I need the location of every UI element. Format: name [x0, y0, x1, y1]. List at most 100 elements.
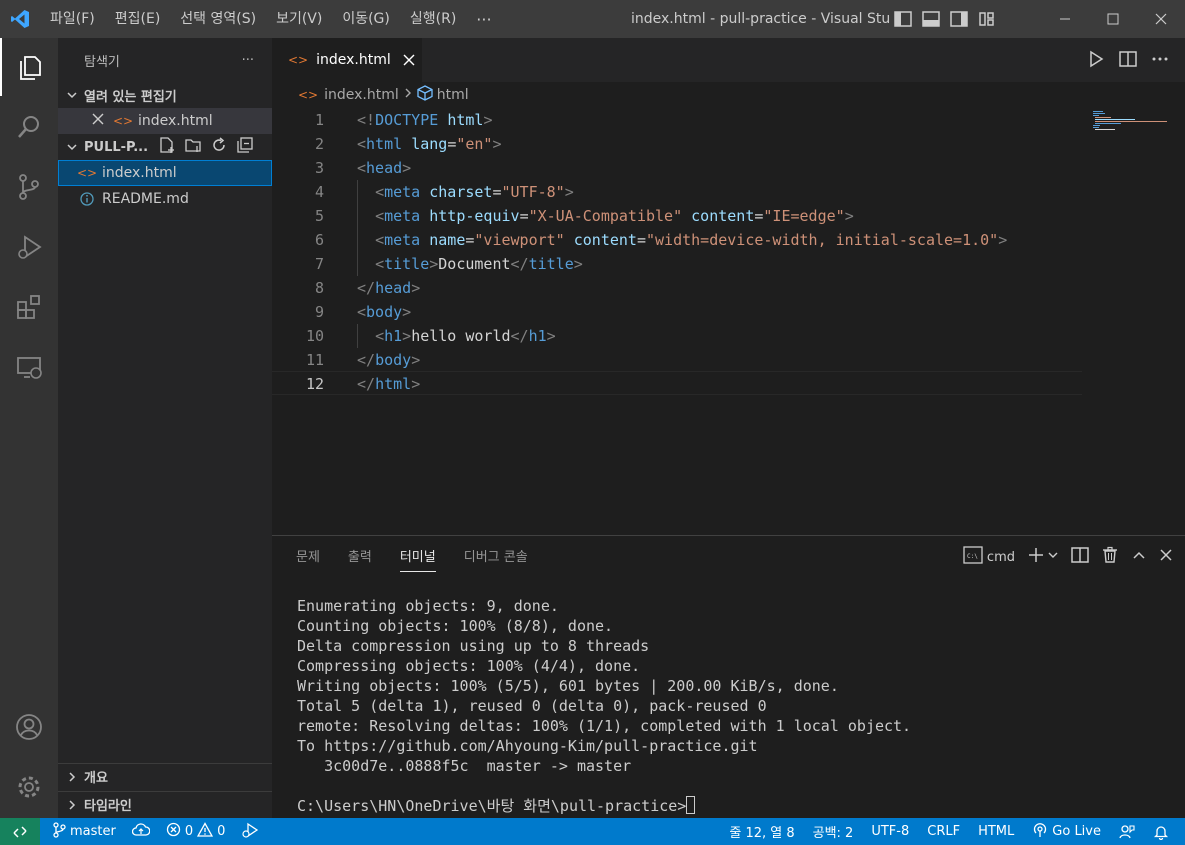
info-icon	[78, 192, 96, 206]
tab-index-html[interactable]: <> index.html	[272, 38, 422, 82]
timeline-label: 타임라인	[84, 799, 132, 814]
explorer-icon[interactable]	[0, 38, 58, 96]
warning-icon	[197, 822, 214, 841]
bottom-panel: 문제 출력 터미널 디버그 콘솔 C:\ cmd Enumerating obj…	[272, 535, 1185, 818]
menu-more-button[interactable]: ···	[466, 10, 501, 29]
breadcrumb-symbol[interactable]: html	[437, 87, 469, 103]
toggle-secondary-sidebar-icon[interactable]	[949, 9, 969, 29]
collapse-all-icon[interactable]	[236, 136, 254, 158]
outline-section[interactable]: 개요	[58, 763, 272, 789]
timeline-section[interactable]: 타임라인	[58, 791, 272, 817]
trash-icon[interactable]	[1101, 546, 1119, 568]
open-editor-item[interactable]: <> index.html	[58, 108, 272, 134]
notifications-bell-icon[interactable]	[1153, 824, 1169, 840]
code-line: 11 </body>	[305, 351, 421, 369]
code-editor[interactable]: 1 <!DOCTYPE html> 2 <html lang="en"> 3 <hea…	[272, 108, 1185, 535]
branch-status[interactable]: master	[52, 821, 116, 842]
code-line: 4 <meta charset="UTF-8">	[314, 183, 574, 201]
open-editors-section[interactable]: 열려 있는 편집기	[58, 82, 272, 108]
chevron-down-icon[interactable]	[1047, 549, 1059, 565]
svg-text:C:\: C:\	[967, 553, 978, 560]
run-debug-icon[interactable]	[0, 218, 58, 276]
close-panel-icon[interactable]	[1159, 548, 1173, 566]
title-bar: 파일(F) 편집(E) 선택 영역(S) 보기(V) 이동(G) 실행(R) ·…	[0, 0, 1185, 38]
explorer-title: 탐색기	[84, 54, 120, 70]
breadcrumb-file[interactable]: index.html	[324, 87, 399, 103]
menu-file[interactable]: 파일(F)	[40, 0, 105, 38]
new-file-icon[interactable]	[158, 136, 176, 158]
settings-gear-icon[interactable]	[0, 758, 58, 816]
file-item-readme[interactable]: README.md	[58, 186, 272, 212]
chevron-down-icon	[64, 141, 80, 153]
debug-icon	[241, 822, 259, 842]
extensions-icon[interactable]	[0, 278, 58, 336]
maximize-icon[interactable]	[1089, 0, 1137, 38]
sync-status[interactable]	[131, 822, 151, 841]
minimap[interactable]	[1093, 110, 1169, 132]
more-actions-icon[interactable]	[1151, 50, 1169, 72]
tab-terminal[interactable]: 터미널	[399, 536, 436, 580]
window-title: index.html - pull-practice - Visual Stu.…	[631, 11, 891, 27]
maximize-panel-icon[interactable]	[1131, 547, 1147, 567]
language-mode[interactable]: HTML	[978, 824, 1014, 839]
minimize-icon[interactable]	[1041, 0, 1089, 38]
file-item-index-html[interactable]: <> index.html	[58, 160, 272, 186]
panel-tabs: 문제 출력 터미널 디버그 콘솔	[296, 536, 528, 580]
menu-run[interactable]: 실행(R)	[400, 0, 466, 38]
terminal-shell-label[interactable]: cmd	[987, 550, 1015, 565]
layout-controls	[893, 9, 997, 29]
run-icon[interactable]	[1087, 50, 1105, 72]
search-icon[interactable]	[0, 98, 58, 156]
panel-actions: C:\ cmd	[963, 546, 1173, 568]
split-editor-icon[interactable]	[1119, 50, 1137, 72]
html-file-icon: <>	[288, 53, 309, 67]
menu-edit[interactable]: 편집(E)	[105, 0, 171, 38]
remote-indicator-icon[interactable]	[0, 818, 40, 845]
chevron-right-icon	[64, 771, 80, 783]
remote-explorer-icon[interactable]	[0, 338, 58, 396]
project-section[interactable]: PULL-P...	[58, 134, 272, 160]
terminal-output[interactable]: Enumerating objects: 9, done. Counting o…	[297, 596, 911, 816]
tab-debug-console[interactable]: 디버그 콘솔	[464, 536, 528, 580]
menu-selection[interactable]: 선택 영역(S)	[170, 0, 266, 38]
file-name: index.html	[102, 165, 177, 181]
close-editor-icon[interactable]	[92, 113, 104, 129]
new-terminal-icon[interactable]	[1027, 546, 1045, 568]
terminal-line: Total 5 (delta 1), reused 0 (delta 0), p…	[297, 697, 767, 715]
explorer-more-button[interactable]: ···	[242, 53, 254, 68]
close-window-icon[interactable]	[1137, 0, 1185, 38]
refresh-icon[interactable]	[210, 136, 228, 158]
status-left: master 0 0	[52, 818, 259, 845]
debug-launch-status[interactable]	[241, 822, 259, 842]
html-file-icon: <>	[298, 88, 319, 102]
tab-problems[interactable]: 문제	[296, 536, 320, 580]
split-terminal-icon[interactable]	[1071, 546, 1089, 568]
activity-bar	[0, 38, 58, 818]
account-icon[interactable]	[0, 698, 58, 756]
customize-layout-icon[interactable]	[977, 9, 997, 29]
menu-view[interactable]: 보기(V)	[266, 0, 332, 38]
toggle-panel-icon[interactable]	[921, 9, 941, 29]
code-line: 10 <h1>hello world</h1>	[305, 327, 556, 345]
error-icon	[166, 822, 181, 841]
code-line: 2 <html lang="en">	[314, 135, 502, 153]
encoding[interactable]: UTF-8	[871, 824, 909, 839]
new-folder-icon[interactable]	[184, 136, 202, 158]
problems-status[interactable]: 0 0	[166, 822, 225, 841]
status-bar: master 0 0 줄 12, 열 8 공백: 2 UTF-8 CRLF HT…	[0, 818, 1185, 845]
terminal-line: Compressing objects: 100% (4/4), done.	[297, 657, 641, 675]
explorer-header: 탐색기 ···	[58, 38, 272, 82]
indentation[interactable]: 공백: 2	[813, 822, 854, 841]
cursor-position[interactable]: 줄 12, 열 8	[729, 822, 794, 841]
editor-actions	[1087, 50, 1169, 72]
chevron-down-icon	[64, 89, 80, 101]
tab-output[interactable]: 출력	[348, 536, 372, 580]
source-control-icon[interactable]	[0, 158, 58, 216]
end-of-line[interactable]: CRLF	[927, 824, 960, 839]
go-live-status[interactable]: Go Live	[1032, 822, 1101, 842]
feedback-icon[interactable]	[1119, 824, 1135, 840]
menu-go[interactable]: 이동(G)	[332, 0, 400, 38]
toggle-sidebar-icon[interactable]	[893, 9, 913, 29]
close-tab-icon[interactable]	[403, 51, 415, 70]
vscode-logo-icon	[0, 0, 40, 38]
